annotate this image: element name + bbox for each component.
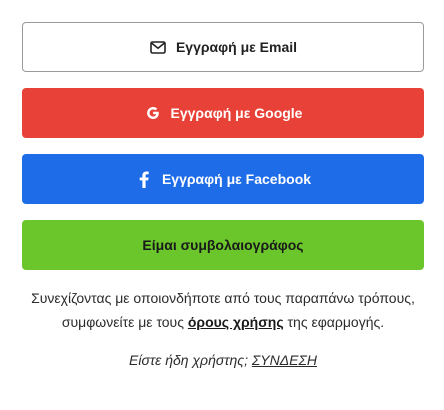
notary-button[interactable]: Είμαι συμβολαιογράφος [22,220,424,270]
signup-google-label: Εγγραφή με Google [170,105,303,121]
login-prompt: Είστε ήδη χρήστης; ΣΥΝΔΕΣΗ [22,352,424,368]
signup-email-button[interactable]: Εγγραφή με Email [22,22,424,72]
google-icon [144,104,162,122]
signup-google-button[interactable]: Εγγραφή με Google [22,88,424,138]
facebook-icon [135,170,153,188]
envelope-icon [149,38,167,56]
login-prompt-text: Είστε ήδη χρήστης; [129,352,252,368]
terms-notice: Συνεχίζοντας με οποιονδήποτε από τους πα… [22,286,424,334]
signup-options: Εγγραφή με Email Εγγραφή με Google Εγγρα… [22,22,424,368]
terms-text-after: της εφαρμογής. [283,314,385,330]
login-link[interactable]: ΣΥΝΔΕΣΗ [252,352,317,368]
terms-of-use-link[interactable]: όρους χρήσης [188,314,284,330]
notary-label: Είμαι συμβολαιογράφος [142,237,304,253]
signup-facebook-button[interactable]: Εγγραφή με Facebook [22,154,424,204]
signup-facebook-label: Εγγραφή με Facebook [161,171,312,187]
signup-email-label: Εγγραφή με Email [175,39,298,55]
